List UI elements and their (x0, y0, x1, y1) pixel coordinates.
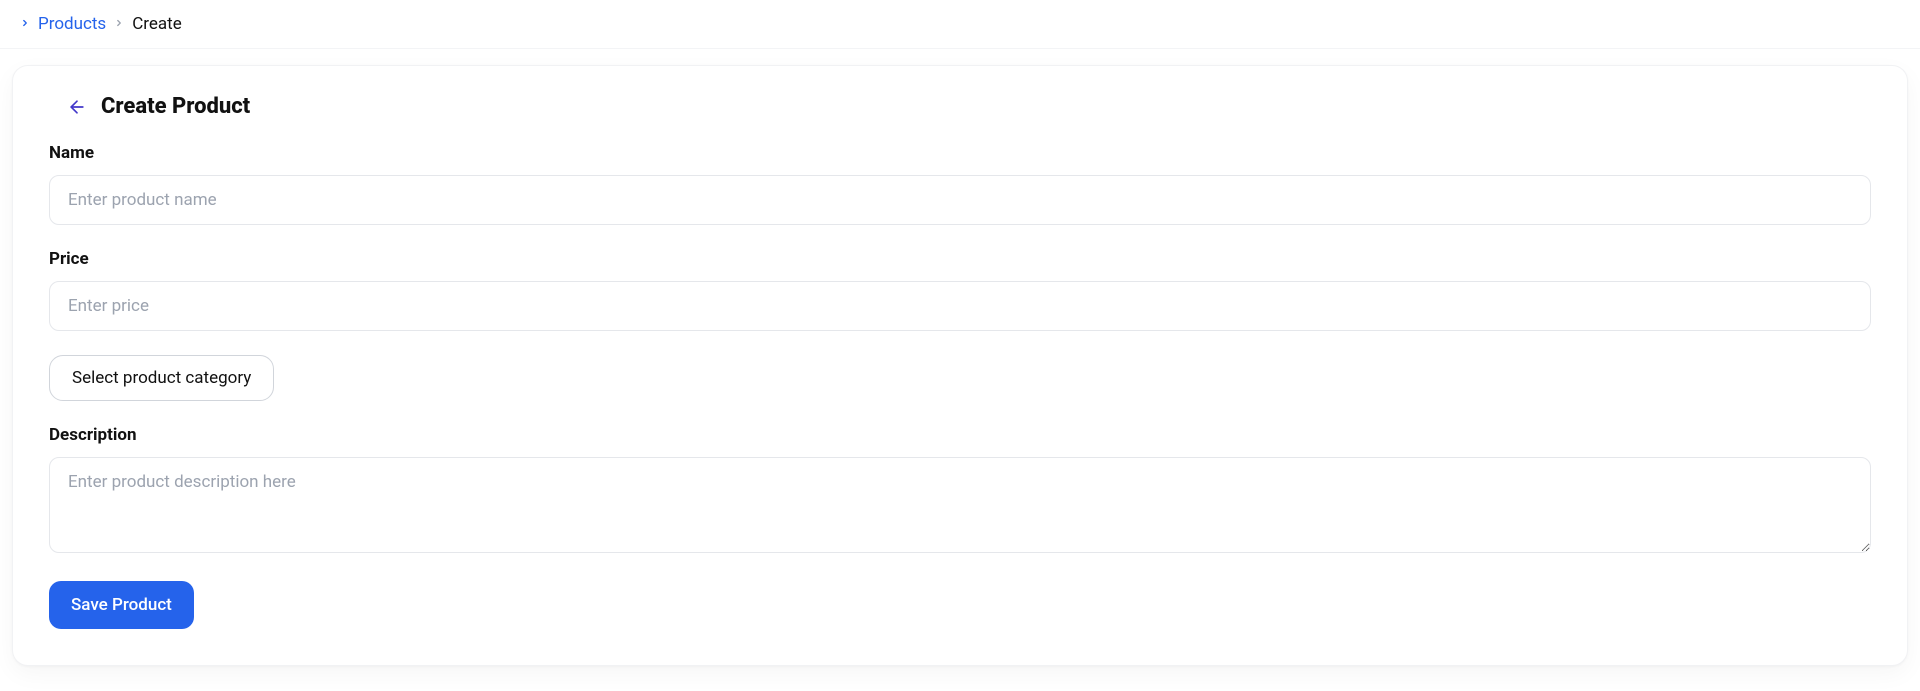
description-textarea[interactable] (49, 457, 1871, 553)
breadcrumb-current: Create (132, 14, 182, 34)
page-title-row: Create Product (49, 94, 1871, 119)
create-product-card: Create Product Name Price Select product… (12, 65, 1908, 666)
description-label: Description (49, 425, 1871, 445)
chevron-right-icon (20, 16, 30, 32)
page-title: Create Product (101, 94, 250, 119)
form-group-category: Select product category (49, 355, 1871, 401)
price-label: Price (49, 249, 1871, 269)
form-group-name: Name (49, 143, 1871, 225)
save-product-button[interactable]: Save Product (49, 581, 194, 629)
arrow-left-icon[interactable] (67, 97, 87, 117)
select-category-button[interactable]: Select product category (49, 355, 274, 401)
name-label: Name (49, 143, 1871, 163)
name-input[interactable] (49, 175, 1871, 225)
breadcrumb: Products Create (0, 0, 1920, 49)
form-group-price: Price (49, 249, 1871, 331)
price-input[interactable] (49, 281, 1871, 331)
chevron-right-icon (114, 16, 124, 32)
form-group-description: Description (49, 425, 1871, 557)
breadcrumb-link-products[interactable]: Products (38, 14, 106, 34)
